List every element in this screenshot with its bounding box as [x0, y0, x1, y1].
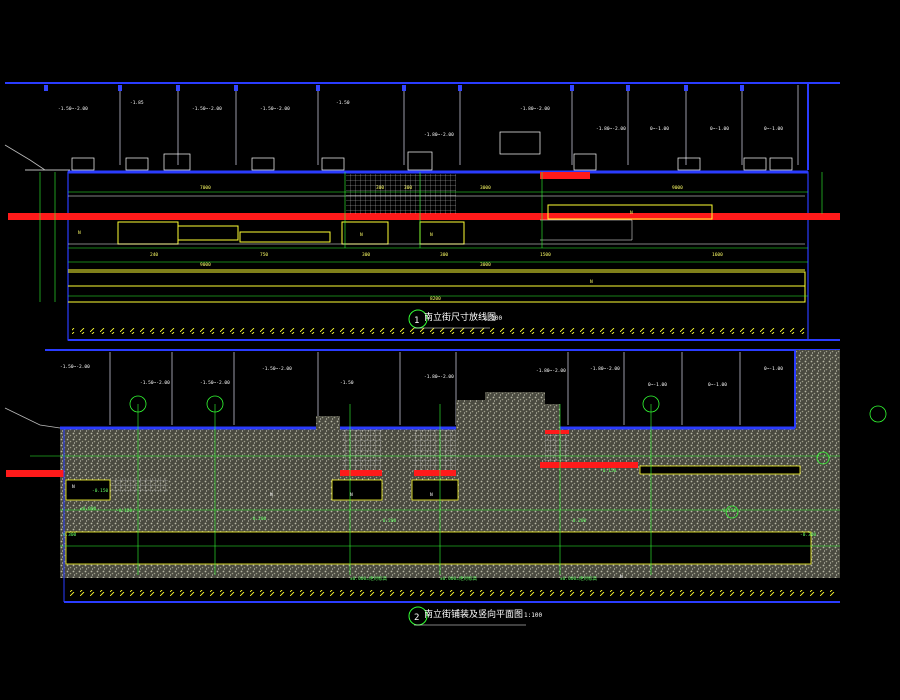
red-step-c	[540, 462, 638, 468]
room-labels-lower: -1.50~-2.00 -1.50~-2.00 -1.50~-2.00 -1.50~…	[60, 364, 783, 388]
svg-text:3000: 3000	[480, 262, 491, 268]
svg-text:1600: 1600	[712, 252, 723, 258]
svg-text:N: N	[590, 279, 593, 285]
svg-text:N: N	[72, 484, 75, 490]
stair-grate-a	[342, 430, 382, 474]
svg-text:300: 300	[376, 185, 384, 191]
curb-hatch-lower	[64, 590, 839, 596]
svg-text:-1.85: -1.85	[130, 100, 144, 106]
lower-plan-title: 南立街铺装及竖向平面图	[424, 608, 523, 620]
stair-grate-b	[412, 430, 456, 474]
svg-text:0~-1.00: 0~-1.00	[650, 126, 669, 132]
lower-channel	[65, 531, 812, 565]
svg-text:-0.200: -0.200	[570, 518, 587, 524]
svg-text:0~-1.00: 0~-1.00	[764, 126, 783, 132]
svg-text:-0.200: -0.200	[250, 516, 267, 522]
svg-text:N: N	[630, 210, 633, 216]
red-step-a	[340, 470, 382, 476]
svg-text:±0.000=绝对标高: ±0.000=绝对标高	[350, 575, 387, 582]
svg-text:-1.80~-2.00: -1.80~-2.00	[424, 132, 454, 138]
svg-text:N: N	[620, 574, 623, 580]
svg-text:0~-1.00: 0~-1.00	[764, 366, 783, 372]
svg-text:N: N	[78, 230, 81, 236]
svg-text:0~-1.00: 0~-1.00	[708, 382, 727, 388]
svg-text:240: 240	[150, 252, 158, 258]
svg-text:-1.50~-2.00: -1.50~-2.00	[60, 364, 90, 370]
svg-text:±0.000=绝对标高: ±0.000=绝对标高	[560, 575, 597, 582]
svg-text:N: N	[350, 492, 353, 498]
svg-text:0~-1.00: 0~-1.00	[710, 126, 729, 132]
upper-plan-scale: 1:100	[484, 315, 502, 322]
upper-plan: -1.50~-2.00-1.85 -1.50~-2.00 -1.50~-2.00 …	[4, 82, 840, 341]
svg-text:N: N	[430, 232, 433, 238]
road-red-left	[6, 470, 64, 477]
svg-text:-1.50: -1.50	[336, 100, 350, 106]
lower-title-block: 2 南立街铺装及竖向平面图 1:100	[408, 606, 542, 626]
svg-text:-1.80~-2.00: -1.80~-2.00	[596, 126, 626, 132]
svg-text:-1.50~-2.00: -1.50~-2.00	[260, 106, 290, 112]
cad-drawing-canvas: -1.50~-2.00 -1.85 -1.50~-2.00 -1.50~-2.00 …	[4, 82, 887, 626]
svg-text:1500: 1500	[540, 252, 551, 258]
svg-text:N: N	[360, 232, 363, 238]
lower-title-symbol-number: 2	[414, 613, 419, 623]
svg-text:-1.50~-2.00: -1.50~-2.00	[200, 380, 230, 386]
lower-plan-scale: 1:100	[524, 612, 542, 619]
svg-text:-1.80~-2.00: -1.80~-2.00	[536, 368, 566, 374]
svg-text:300: 300	[362, 252, 370, 258]
svg-text:-1.80~-2.00: -1.80~-2.00	[520, 106, 550, 112]
svg-text:-1.80~-2.00: -1.80~-2.00	[590, 366, 620, 372]
building-columns	[119, 85, 799, 165]
lower-plan: -1.50~-2.00 -1.50~-2.00 -1.50~-2.00 -1.50~…	[4, 349, 887, 626]
svg-text:300: 300	[404, 185, 412, 191]
svg-text:N: N	[430, 492, 433, 498]
svg-text:-1.50~-2.00: -1.50~-2.00	[140, 380, 170, 386]
svg-text:-0.150: -0.150	[720, 508, 737, 514]
left-stair-lower	[4, 407, 61, 429]
red-step-b	[414, 470, 456, 476]
svg-text:±0.000=绝对标高: ±0.000=绝对标高	[440, 575, 477, 582]
svg-text:300: 300	[440, 252, 448, 258]
upper-title-block: 1 南立街尺寸放线图 1:100	[408, 309, 502, 329]
svg-text:8200: 8200	[430, 296, 441, 302]
stair-grate-c	[545, 430, 569, 464]
svg-text:0~-1.00: 0~-1.00	[648, 382, 667, 388]
svg-text:-0.150: -0.150	[116, 508, 133, 514]
svg-text:9000: 9000	[200, 262, 211, 268]
svg-text:-0.150: -0.150	[92, 488, 109, 494]
svg-text:-1.50: -1.50	[340, 380, 354, 386]
column-markers	[44, 85, 744, 91]
svg-text:-0.300: -0.300	[60, 532, 77, 538]
svg-text:7000: 7000	[200, 185, 211, 191]
svg-text:-0.150: -0.150	[600, 468, 617, 474]
svg-text:-1.80~-2.00: -1.80~-2.00	[424, 374, 454, 380]
building-columns-lower	[109, 352, 741, 425]
svg-text:-0.300: -0.300	[800, 532, 817, 538]
svg-text:9000: 9000	[672, 185, 683, 191]
title-symbol-number: 1	[414, 316, 419, 326]
svg-text:N: N	[270, 492, 273, 498]
road-red-band	[8, 213, 840, 220]
svg-text:-0.200: -0.200	[380, 518, 397, 524]
svg-text:3000: 3000	[480, 185, 491, 191]
left-stair	[4, 144, 46, 171]
svg-text:750: 750	[260, 252, 268, 258]
room-labels: -1.50~-2.00-1.85 -1.50~-2.00 -1.50~-2.00 …	[58, 100, 783, 138]
red-step-upper	[540, 172, 590, 179]
svg-text:-1.50~-2.00: -1.50~-2.00	[262, 366, 292, 372]
curb-hatch-upper	[72, 328, 807, 334]
svg-text:±0.000: ±0.000	[80, 506, 97, 512]
svg-text:-1.50~-2.00: -1.50~-2.00	[192, 106, 222, 112]
svg-text:-1.50~-2.00: -1.50~-2.00	[58, 106, 88, 112]
stair-block-upper	[346, 174, 456, 214]
